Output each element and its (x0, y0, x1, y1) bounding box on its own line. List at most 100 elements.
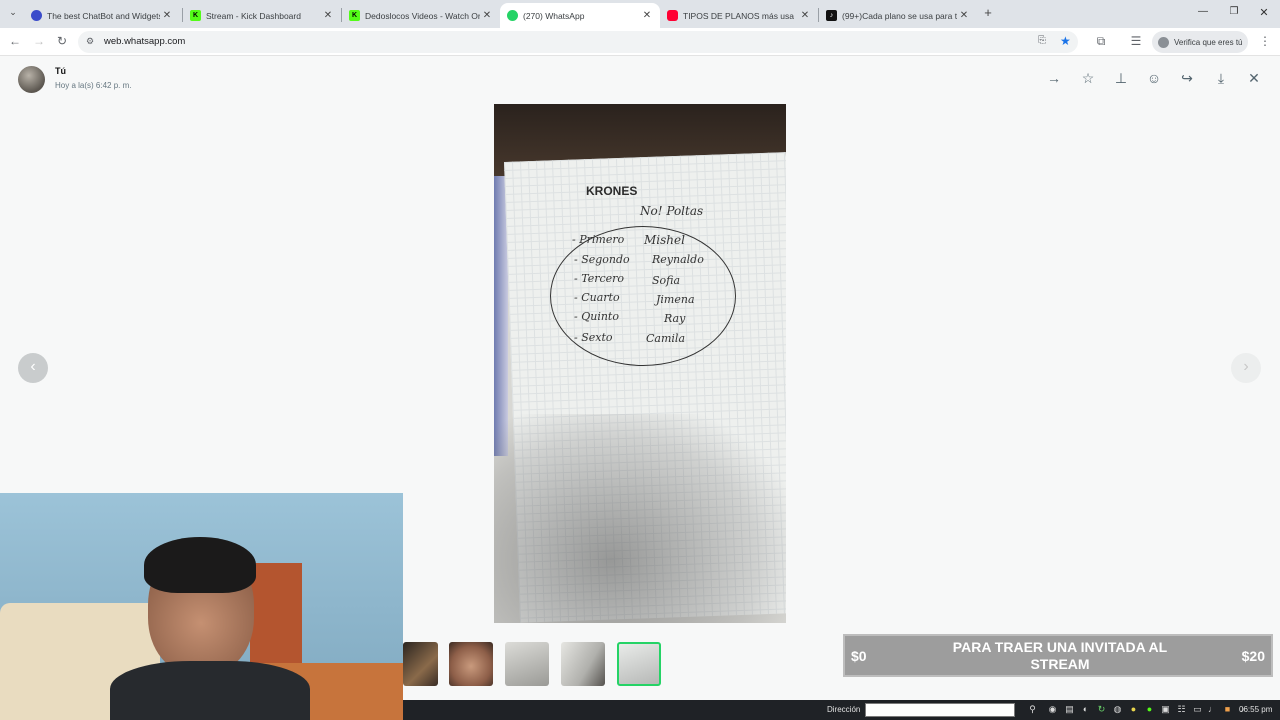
goal-min-label: $0 (851, 648, 867, 664)
back-icon[interactable]: ← (6, 34, 24, 48)
bookmark-star-icon[interactable]: ★ (1060, 34, 1071, 48)
app-tray-icon[interactable]: ◍ (1112, 704, 1123, 715)
app-tray-icon[interactable]: ● (1128, 704, 1139, 715)
profile-chip[interactable]: Verifica que eres tú (1152, 31, 1248, 53)
list-ordinal: - Segondo (574, 253, 630, 266)
browser-toolbar: ← → ↻ ⚙ web.whatsapp.com ⎘ ★ ⧉ ☰ Verific… (0, 28, 1280, 56)
list-name: Reynaldo (652, 253, 704, 266)
avatar[interactable] (18, 66, 45, 93)
list-ordinal: - Quinto (574, 310, 619, 323)
krones-logo-text: KRONES (586, 184, 638, 198)
tab-dedoslocos[interactable]: K Dedoslocos Videos - Watch On ✕ (342, 3, 500, 28)
list-ordinal: - Sexto (574, 331, 613, 344)
media-thumbnail[interactable] (449, 642, 493, 686)
address-toolbar-label: Dirección (827, 705, 861, 714)
chatbot-icon (31, 10, 42, 21)
app-tray-icon[interactable]: ↻ (1096, 704, 1107, 715)
tab-title: (270) WhatsApp (523, 10, 585, 21)
list-name: Camila (646, 332, 685, 345)
avatar (1158, 36, 1169, 48)
list-name: Ray (664, 312, 686, 325)
taskbar-clock: 06:55 pm (1239, 705, 1273, 714)
browser-menu-icon[interactable]: ⋮ (1256, 34, 1274, 48)
close-window-icon[interactable]: ✕ (1257, 6, 1271, 19)
close-tab-icon[interactable]: ✕ (480, 10, 494, 21)
close-tab-icon[interactable]: ✕ (798, 10, 812, 21)
app-tray-icon[interactable]: ◐ (1080, 704, 1091, 715)
webcam-dresser (250, 563, 302, 663)
media-image: KRONES No! Poltas - Primero Mishel - Seg… (494, 104, 786, 623)
tiktok-icon: ♪ (826, 10, 837, 21)
restore-icon[interactable]: ❐ (1227, 6, 1241, 17)
tab-youtube-planos[interactable]: TIPOS DE PLANOS más usa ✕ (660, 3, 818, 28)
extensions-icon[interactable]: ⧉ (1092, 34, 1110, 49)
list-ordinal: - Tercero (574, 272, 625, 285)
url-text: web.whatsapp.com (104, 36, 186, 47)
emoji-icon[interactable]: ☺ (1144, 68, 1164, 88)
microphone-icon[interactable]: ♩ (1207, 704, 1218, 715)
media-thumbnail[interactable] (505, 642, 549, 686)
tab-whatsapp[interactable]: (270) WhatsApp ✕ (500, 3, 660, 28)
reload-icon[interactable]: ↻ (53, 34, 71, 48)
new-tab-icon[interactable]: + (981, 6, 995, 20)
kick-icon: K (349, 10, 360, 21)
list-name: Sofia (652, 274, 681, 287)
tab-title: (99+)Cada plano se usa para tr (842, 10, 957, 21)
tab-title: Dedoslocos Videos - Watch On (365, 10, 480, 21)
profile-label: Verifica que eres tú (1174, 37, 1243, 47)
site-info-icon[interactable]: ⚙ (86, 36, 94, 47)
close-tab-icon[interactable]: ✕ (160, 10, 174, 21)
tab-title: Stream - Kick Dashboard (206, 10, 301, 21)
media-controls-icon[interactable]: ☰ (1127, 34, 1145, 48)
forward-icon[interactable]: ↪ (1177, 68, 1197, 88)
close-tab-icon[interactable]: ✕ (957, 10, 971, 21)
hand-shadow (494, 414, 786, 623)
tab-kick-dashboard[interactable]: K Stream - Kick Dashboard ✕ (183, 3, 341, 28)
app-tray-icon[interactable]: ▣ (1160, 704, 1171, 715)
webcam-overlay (0, 493, 403, 720)
display-icon[interactable]: ▭ (1192, 704, 1203, 715)
list-name: Mishel (644, 233, 685, 247)
network-icon[interactable]: ⚲ (1027, 704, 1038, 715)
app-tray-icon[interactable]: ● (1144, 704, 1155, 715)
browser-tab-strip: ⌄ The best ChatBot and Widgets ✕ K Strea… (0, 0, 1280, 28)
webcam-person-body (110, 661, 310, 720)
close-tab-icon[interactable]: ✕ (640, 10, 654, 21)
tab-search-button[interactable]: ⌄ (6, 7, 20, 21)
tab-title: The best ChatBot and Widgets (47, 10, 160, 21)
close-icon[interactable]: ✕ (1244, 68, 1264, 88)
tab-chatbot[interactable]: The best ChatBot and Widgets ✕ (24, 3, 180, 28)
media-thumbnail-selected[interactable] (617, 642, 661, 686)
list-heading: No! Poltas (640, 204, 704, 218)
address-bar[interactable]: ⚙ web.whatsapp.com ⎘ ★ (78, 31, 1078, 53)
arrow-right-icon[interactable]: → (1044, 68, 1064, 88)
pin-icon[interactable]: ⊥ (1111, 68, 1131, 88)
close-tab-icon[interactable]: ✕ (321, 10, 335, 21)
next-media-button[interactable]: › (1231, 353, 1261, 383)
list-ordinal: - Primero (572, 233, 625, 246)
media-thumbnail[interactable] (403, 642, 438, 686)
list-name: Jimena (656, 293, 695, 306)
media-thumbnail[interactable] (561, 642, 605, 686)
previous-media-button[interactable]: ‹ (18, 353, 48, 383)
app-tray-icon[interactable]: ■ (1222, 704, 1233, 715)
star-icon[interactable]: ☆ (1078, 68, 1098, 88)
install-app-icon[interactable]: ⎘ (1038, 35, 1046, 46)
minimize-icon[interactable]: — (1196, 6, 1210, 17)
tab-title: TIPOS DE PLANOS más usa (683, 10, 795, 21)
youtube-icon (667, 10, 678, 21)
kick-icon: K (190, 10, 201, 21)
list-ordinal: - Cuarto (574, 291, 620, 304)
forward-icon[interactable]: → (30, 34, 48, 48)
download-icon[interactable]: ⤓ (1211, 68, 1231, 88)
app-tray-icon[interactable]: ▤ (1064, 704, 1075, 715)
whatsapp-icon (507, 10, 518, 21)
message-timestamp: Hoy a la(s) 6:42 p. m. (55, 81, 132, 90)
discord-icon[interactable]: ◉ (1047, 704, 1058, 715)
donation-goal-bar: $0 PARA TRAER UNA INVITADA AL STREAM $20 (843, 634, 1273, 677)
app-tray-icon[interactable]: ☷ (1176, 704, 1187, 715)
tab-tiktok[interactable]: ♪ (99+)Cada plano se usa para tr ✕ (819, 3, 977, 28)
goal-title: PARA TRAER UNA INVITADA AL STREAM (952, 639, 1168, 672)
webcam-person-hair (144, 537, 256, 593)
address-toolbar-input[interactable] (865, 703, 1015, 717)
